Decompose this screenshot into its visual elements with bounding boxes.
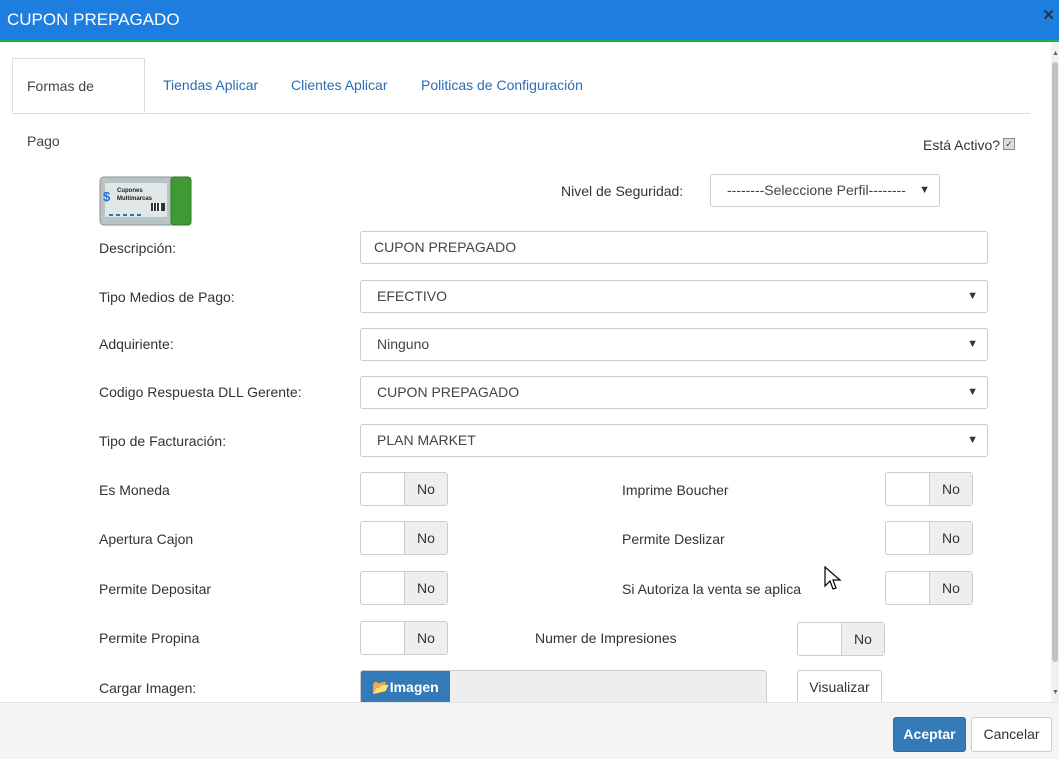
- vertical-scrollbar[interactable]: ▲ ▼: [1051, 42, 1059, 702]
- adquiriente-value: Ninguno: [377, 336, 430, 352]
- active-label: Está Activo?: [923, 137, 1001, 153]
- tipo-facturacion-label: Tipo de Facturación:: [99, 433, 227, 449]
- codigo-respuesta-label: Codigo Respuesta DLL Gerente:: [99, 384, 302, 400]
- descripcion-input[interactable]: CUPON PREPAGADO: [360, 231, 988, 264]
- imprime-boucher-toggle[interactable]: No: [885, 472, 973, 506]
- permite-propina-label: Permite Propina: [99, 630, 200, 646]
- es-moneda-toggle[interactable]: No: [360, 472, 448, 506]
- image-upload-button[interactable]: 📂Imagen: [361, 671, 450, 703]
- svg-text:$: $: [103, 189, 111, 204]
- title-bar: CUPON PREPAGADO ✕: [0, 0, 1059, 42]
- window-title: CUPON PREPAGADO: [7, 10, 180, 29]
- logo-text-line1: Cupones: [117, 188, 143, 194]
- numer-impresiones-toggle[interactable]: No: [797, 622, 885, 656]
- chevron-down-icon: ▼: [967, 434, 978, 446]
- chevron-down-icon: ▼: [967, 386, 978, 398]
- scrollbar-thumb[interactable]: [1052, 62, 1058, 662]
- tab-politicas-configuracion[interactable]: Politicas de Configuración: [421, 58, 583, 113]
- apertura-cajon-toggle[interactable]: No: [360, 521, 448, 555]
- tab-bar: Formas de Pago Tiendas Aplicar Clientes …: [12, 58, 1030, 149]
- toggle-state: No: [404, 522, 447, 554]
- permite-depositar-toggle[interactable]: No: [360, 571, 448, 605]
- si-autoriza-toggle[interactable]: No: [885, 571, 973, 605]
- tab-tiendas-aplicar[interactable]: Tiendas Aplicar: [163, 58, 258, 113]
- apertura-cajon-label: Apertura Cajon: [99, 531, 194, 547]
- codigo-respuesta-value: CUPON PREPAGADO: [377, 384, 520, 400]
- toggle-state: No: [929, 473, 972, 505]
- permite-propina-toggle[interactable]: No: [360, 621, 448, 655]
- security-profile-select[interactable]: --------Seleccione Perfil-------- ▼: [710, 174, 940, 207]
- cancel-button[interactable]: Cancelar: [971, 717, 1052, 752]
- folder-open-icon: 📂: [372, 679, 390, 695]
- tipo-medios-pago-select[interactable]: EFECTIVO ▼: [360, 280, 988, 313]
- permite-deslizar-toggle[interactable]: No: [885, 521, 973, 555]
- toggle-state: No: [929, 572, 972, 604]
- scroll-up-icon[interactable]: ▲: [1052, 50, 1059, 57]
- mouse-cursor-icon: [824, 566, 842, 590]
- cargar-imagen-label: Cargar Imagen:: [99, 680, 197, 696]
- tab-clientes-aplicar[interactable]: Clientes Aplicar: [291, 58, 388, 113]
- active-checkbox[interactable]: ✓: [1003, 138, 1015, 150]
- security-profile-value: --------Seleccione Perfil--------: [727, 182, 906, 198]
- image-file-input[interactable]: 📂Imagen: [360, 670, 767, 704]
- tipo-facturacion-value: PLAN MARKET: [377, 432, 476, 448]
- chevron-down-icon: ▼: [967, 290, 978, 302]
- adquiriente-select[interactable]: Ninguno ▼: [360, 328, 988, 361]
- permite-deslizar-label: Permite Deslizar: [622, 531, 725, 547]
- toggle-state: No: [404, 473, 447, 505]
- toggle-state: No: [929, 522, 972, 554]
- tipo-medios-pago-value: EFECTIVO: [377, 288, 448, 304]
- descripcion-label: Descripción:: [99, 240, 177, 256]
- adquiriente-label: Adquiriente:: [99, 336, 174, 352]
- tab-formas-de-pago[interactable]: Formas de Pago: [12, 58, 145, 149]
- close-icon[interactable]: ✕: [1042, 6, 1055, 24]
- security-level-label: Nivel de Seguridad:: [561, 183, 684, 199]
- numer-impresiones-label: Numer de Impresiones: [535, 630, 677, 646]
- image-upload-label: Imagen: [389, 679, 439, 695]
- toggle-state: No: [404, 622, 447, 654]
- imprime-boucher-label: Imprime Boucher: [622, 482, 729, 498]
- chevron-down-icon: ▼: [919, 184, 930, 196]
- scroll-down-icon[interactable]: ▼: [1052, 689, 1059, 696]
- si-autoriza-label: Si Autoriza la venta se aplica: [622, 581, 801, 597]
- accept-button[interactable]: Aceptar: [893, 717, 966, 752]
- es-moneda-label: Es Moneda: [99, 482, 170, 498]
- chevron-down-icon: ▼: [967, 338, 978, 350]
- permite-depositar-label: Permite Depositar: [99, 581, 212, 597]
- coupon-logo: $ Cupones Multimarcas: [99, 175, 193, 227]
- descripcion-value: CUPON PREPAGADO: [374, 239, 517, 255]
- toggle-state: No: [841, 623, 884, 655]
- visualizar-button[interactable]: Visualizar: [797, 670, 882, 704]
- tipo-medios-pago-label: Tipo Medios de Pago:: [99, 289, 235, 305]
- tipo-facturacion-select[interactable]: PLAN MARKET ▼: [360, 424, 988, 457]
- logo-text-line2: Multimarcas: [117, 196, 153, 202]
- codigo-respuesta-select[interactable]: CUPON PREPAGADO ▼: [360, 376, 988, 409]
- toggle-state: No: [404, 572, 447, 604]
